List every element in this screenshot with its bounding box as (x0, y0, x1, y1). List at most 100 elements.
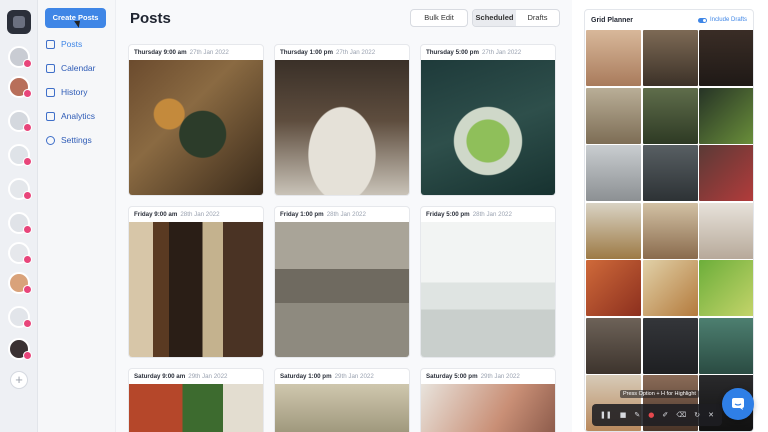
nav-item-label: Analytics (61, 111, 96, 121)
planner-title: Grid Planner (591, 16, 634, 24)
app-window: + Create Posts Posts Calendar History An… (0, 0, 768, 432)
create-posts-button[interactable]: Create Posts (45, 8, 106, 28)
stop-icon[interactable]: ■ (620, 411, 627, 419)
planner-grid (586, 30, 753, 431)
account-avatar[interactable] (8, 338, 32, 360)
posts-panel: Posts Bulk Edit Scheduled Drafts Thursda… (116, 0, 572, 432)
nav-item-settings[interactable]: Settings (46, 133, 92, 147)
record-icon[interactable]: ● (648, 411, 654, 419)
post-day-time: Friday 9:00 am (134, 211, 178, 218)
notification-dot (23, 157, 32, 166)
grid-tile[interactable] (642, 87, 698, 144)
grid-tile[interactable] (699, 30, 753, 86)
account-avatar[interactable] (8, 110, 32, 132)
grid-tile[interactable] (699, 87, 753, 144)
calendar-icon (46, 63, 55, 73)
eraser-icon[interactable]: ⌫ (676, 411, 686, 419)
post-day-time: Thursday 1:00 pm (280, 49, 333, 56)
post-image (129, 60, 263, 195)
notification-dot (23, 319, 32, 328)
tab-drafts[interactable]: Drafts (516, 10, 559, 26)
grid-tile[interactable] (642, 30, 698, 86)
grid-tile[interactable] (586, 30, 641, 86)
grid-planner: Grid Planner Include Drafts (584, 9, 754, 432)
post-card[interactable]: Saturday 1:00 pm 29th Jan 2022 (274, 368, 410, 432)
screen-recorder-toolbar: ❚❚ ■ ✎ ● ✐ ⌫ ↻ ✕ (592, 404, 722, 426)
grid-tile[interactable] (586, 87, 641, 144)
post-schedule: Thursday 9:00 am 27th Jan 2022 (129, 45, 263, 60)
nav-item-analytics[interactable]: Analytics (46, 109, 95, 123)
tab-scheduled[interactable]: Scheduled (473, 10, 516, 26)
analytics-icon (46, 111, 55, 121)
grid-tile[interactable] (699, 145, 753, 201)
chat-support-button[interactable] (722, 388, 754, 420)
include-drafts-toggle[interactable]: Include Drafts (697, 17, 747, 23)
grid-tile[interactable] (642, 145, 698, 201)
account-avatar[interactable] (8, 144, 32, 166)
post-schedule: Saturday 1:00 pm 29th Jan 2022 (275, 369, 409, 384)
post-schedule: Friday 1:00 pm 28th Jan 2022 (275, 207, 409, 222)
toggle-switch-icon (697, 17, 707, 23)
account-avatar[interactable] (8, 272, 32, 294)
account-avatar[interactable] (8, 178, 32, 200)
grid-tile[interactable] (586, 202, 641, 259)
post-image (129, 222, 263, 357)
account-avatar[interactable] (8, 76, 32, 98)
notification-dot (23, 225, 32, 234)
grid-tile[interactable] (586, 260, 641, 316)
post-day-time: Thursday 9:00 am (134, 49, 187, 56)
post-image (421, 60, 555, 195)
add-account-button[interactable]: + (10, 371, 28, 389)
account-avatar[interactable] (8, 242, 32, 264)
main-nav: Create Posts Posts Calendar History Anal… (38, 0, 116, 432)
grid-tile[interactable] (642, 202, 698, 259)
post-card[interactable]: Thursday 9:00 am 27th Jan 2022 (128, 44, 264, 196)
post-date: 28th Jan 2022 (180, 211, 220, 218)
notification-dot (23, 123, 32, 132)
account-avatar[interactable] (8, 212, 32, 234)
delete-icon[interactable]: ✕ (708, 411, 714, 419)
post-date: 28th Jan 2022 (472, 211, 512, 218)
nav-item-calendar[interactable]: Calendar (46, 61, 96, 75)
grid-tile[interactable] (586, 145, 641, 201)
grid-tile[interactable] (642, 317, 698, 374)
post-card[interactable]: Friday 5:00 pm 28th Jan 2022 (420, 206, 556, 358)
nav-item-label: Calendar (61, 63, 96, 73)
post-card[interactable]: Friday 1:00 pm 28th Jan 2022 (274, 206, 410, 358)
post-card[interactable]: Friday 9:00 am 28th Jan 2022 (128, 206, 264, 358)
post-date: 29th Jan 2022 (188, 373, 228, 380)
post-date: 29th Jan 2022 (334, 373, 374, 380)
nav-item-label: Posts (61, 39, 83, 49)
pen-icon[interactable]: ✎ (634, 411, 640, 419)
grid-tile[interactable] (586, 317, 641, 374)
page-title: Posts (130, 10, 171, 27)
post-schedule: Thursday 1:00 pm 27th Jan 2022 (275, 45, 409, 60)
post-date: 29th Jan 2022 (480, 373, 520, 380)
post-schedule: Saturday 9:00 am 29th Jan 2022 (129, 369, 263, 384)
post-image (275, 384, 409, 432)
grid-tile[interactable] (642, 260, 698, 316)
grid-tile[interactable] (699, 202, 753, 259)
post-card[interactable]: Thursday 1:00 pm 27th Jan 2022 (274, 44, 410, 196)
post-card[interactable]: Saturday 9:00 am 29th Jan 2022 (128, 368, 264, 432)
post-day-time: Thursday 5:00 pm (426, 49, 479, 56)
post-image (275, 222, 409, 357)
nav-item-posts[interactable]: Posts (46, 37, 82, 51)
highlighter-icon[interactable]: ✐ (662, 411, 668, 419)
grid-tile[interactable] (699, 317, 753, 374)
nav-item-history[interactable]: History (46, 85, 87, 99)
post-day-time: Friday 1:00 pm (280, 211, 324, 218)
grid-tile[interactable] (699, 260, 753, 316)
app-logo[interactable] (7, 10, 31, 34)
bulk-edit-button[interactable]: Bulk Edit (410, 9, 468, 27)
post-card[interactable]: Thursday 5:00 pm 27th Jan 2022 (420, 44, 556, 196)
notification-dot (23, 59, 32, 68)
restart-icon[interactable]: ↻ (694, 411, 700, 419)
post-card[interactable]: Saturday 5:00 pm 29th Jan 2022 (420, 368, 556, 432)
post-date: 27th Jan 2022 (335, 49, 376, 56)
notification-dot (23, 191, 32, 200)
recorder-hint: Press Option + H for Highlight (620, 390, 699, 398)
account-avatar[interactable] (8, 306, 32, 328)
account-avatar[interactable] (8, 46, 32, 68)
pause-icon[interactable]: ❚❚ (600, 411, 612, 419)
